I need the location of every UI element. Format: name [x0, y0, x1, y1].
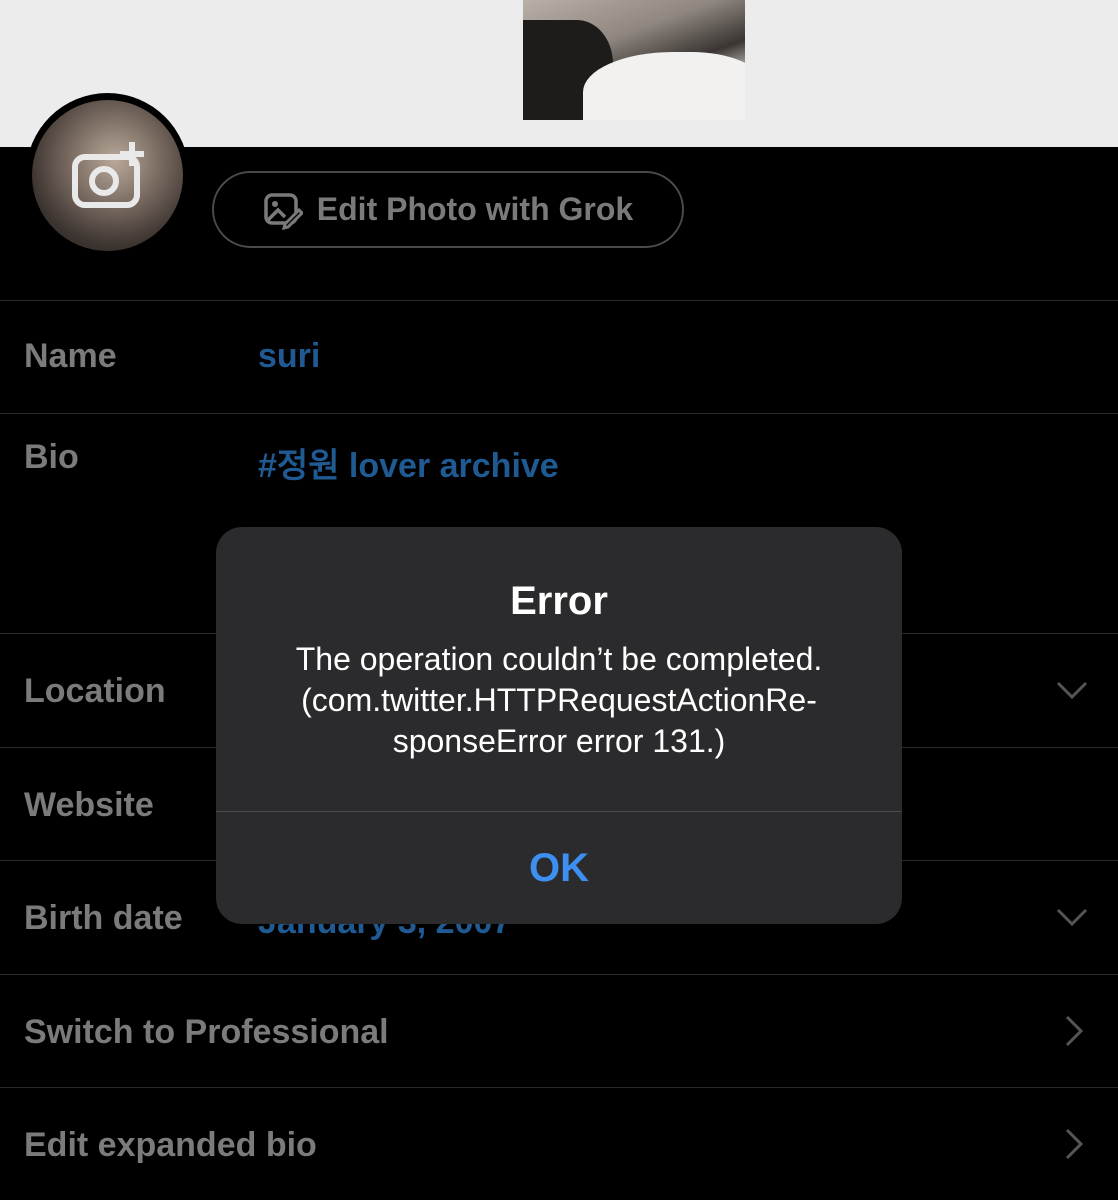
chevron-right-icon — [1065, 1015, 1084, 1047]
edit-photo-with-grok-button[interactable]: Edit Photo with Grok — [212, 171, 684, 248]
alert-title: Error — [510, 579, 608, 623]
banner-photo — [523, 0, 745, 120]
error-alert-dialog: Error The operation couldn’t be complete… — [216, 527, 902, 924]
birth-date-label: Birth date — [24, 899, 183, 937]
location-label: Location — [24, 672, 166, 710]
name-value[interactable]: suri — [258, 337, 320, 376]
bio-value[interactable]: #정원 lover archive — [258, 438, 559, 487]
chevron-down-icon — [1056, 681, 1088, 700]
switch-to-professional-row[interactable]: Switch to Professional — [0, 974, 1118, 1087]
ok-button[interactable]: OK — [216, 812, 902, 924]
chevron-right-icon — [1065, 1128, 1084, 1160]
alert-message-line: (com.twitter.HTTPRequestActionRe- — [301, 682, 817, 718]
camera-plus-icon[interactable] — [72, 140, 148, 210]
edit-expanded-bio-row[interactable]: Edit expanded bio — [0, 1087, 1118, 1200]
alert-message: The operation couldn’t be completed. (co… — [246, 639, 872, 762]
edit-photo-label: Edit Photo with Grok — [316, 191, 634, 227]
bio-label: Bio — [24, 438, 79, 476]
switch-to-professional-label: Switch to Professional — [24, 1013, 389, 1051]
name-label: Name — [24, 337, 117, 375]
edit-expanded-bio-label: Edit expanded bio — [24, 1126, 317, 1164]
alert-message-line: sponseError error 131.) — [392, 723, 726, 759]
chevron-down-icon — [1056, 908, 1088, 927]
alert-message-line: The operation couldn’t be completed. — [295, 641, 823, 677]
image-edit-icon — [264, 192, 303, 230]
website-label: Website — [24, 786, 154, 824]
name-row[interactable]: Name suri — [0, 300, 1118, 413]
